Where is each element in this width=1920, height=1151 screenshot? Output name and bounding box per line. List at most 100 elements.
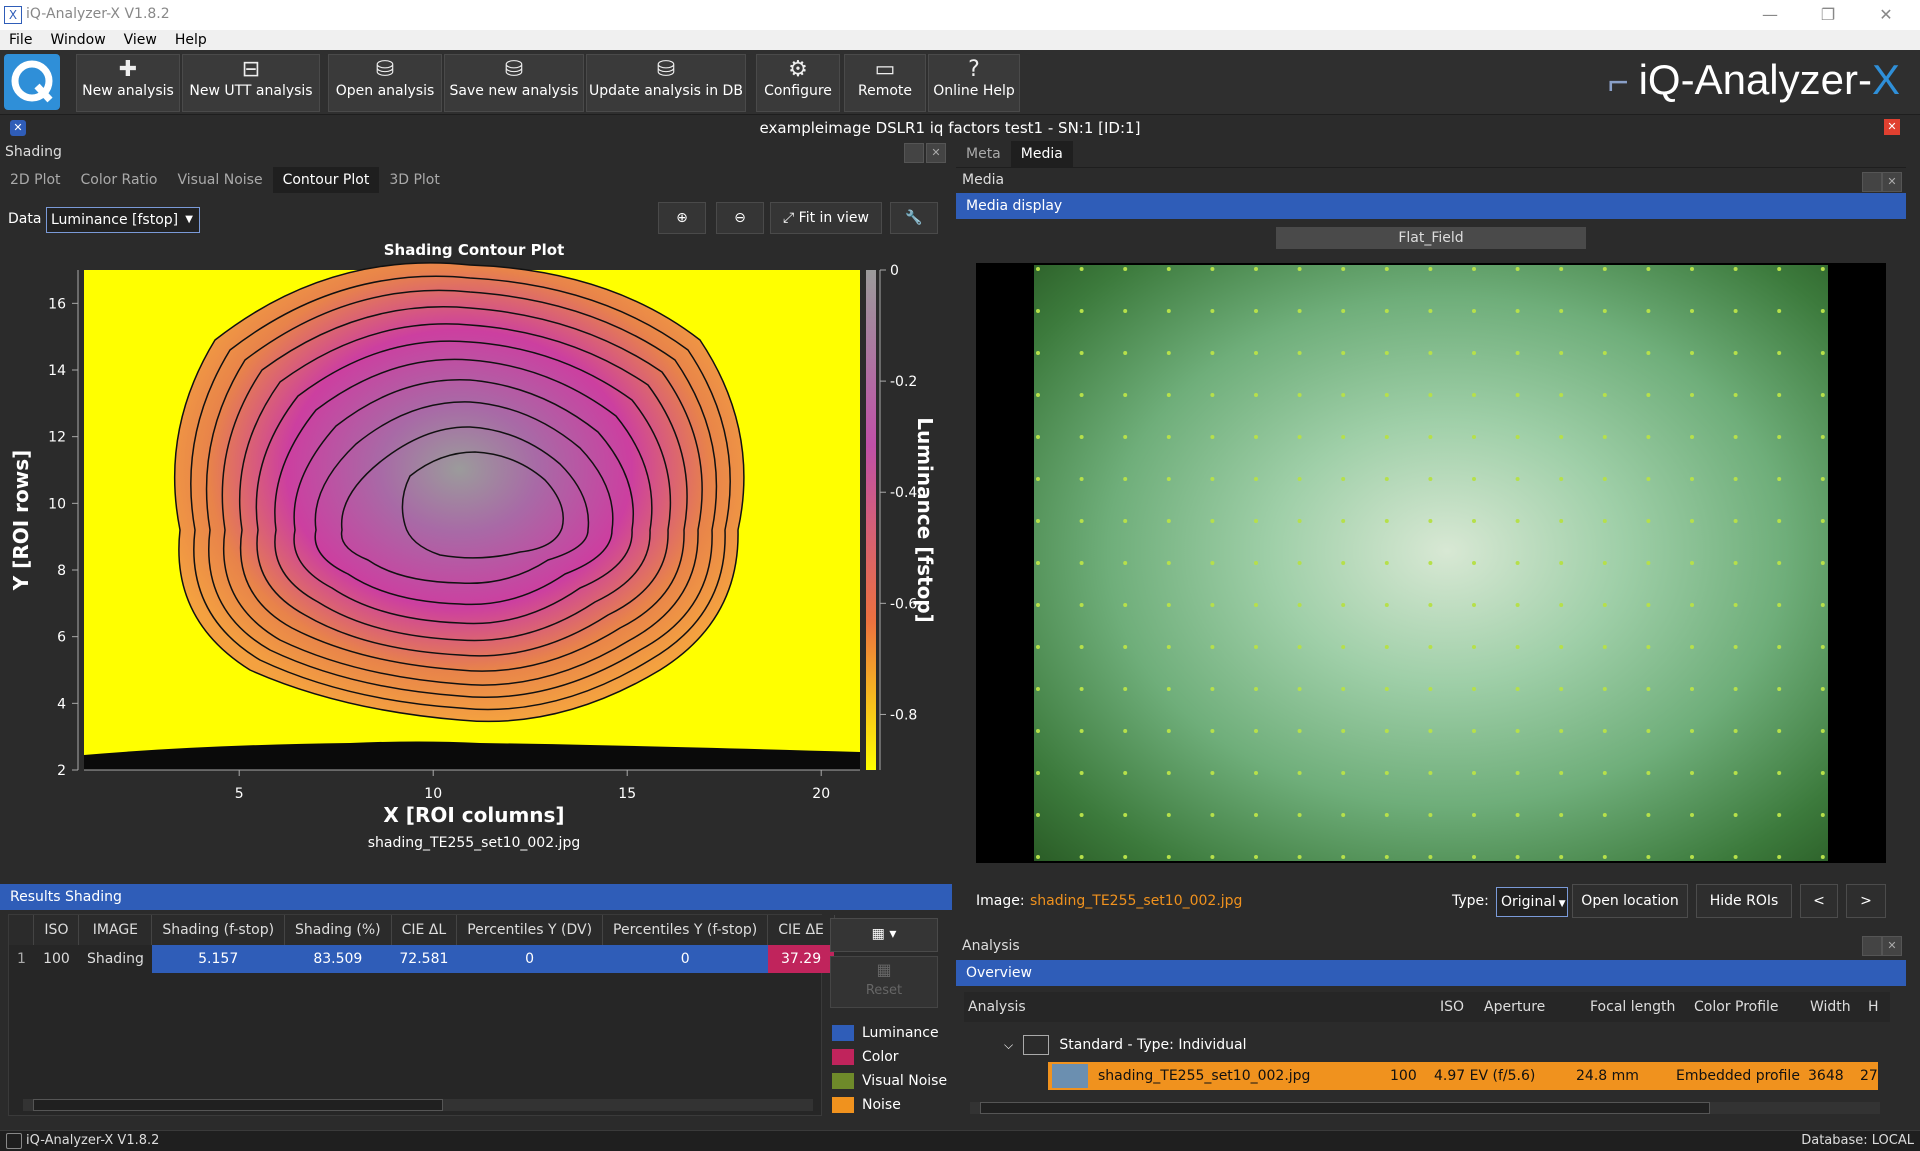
tab-meta[interactable]: Meta bbox=[956, 141, 1011, 167]
roi-marker bbox=[1123, 351, 1128, 355]
remote-button[interactable]: ▭ Remote bbox=[844, 54, 926, 112]
roi-marker bbox=[1777, 729, 1782, 733]
columns-dropdown-button[interactable]: ▦ ▾ bbox=[830, 918, 938, 952]
open-analysis-button[interactable]: ⛁ Open analysis bbox=[328, 54, 442, 112]
online-help-button[interactable]: ? Online Help bbox=[928, 54, 1020, 112]
analysis-row-selected[interactable]: shading_TE255_set10_002.jpg 100 4.97 EV … bbox=[1048, 1062, 1878, 1090]
col-analysis[interactable]: Analysis bbox=[968, 992, 1026, 1022]
tab-3d-plot[interactable]: 3D Plot bbox=[379, 167, 450, 193]
roi-marker bbox=[1210, 813, 1215, 817]
image-viewer[interactable] bbox=[976, 263, 1886, 863]
roi-marker bbox=[1036, 309, 1040, 313]
roi-marker bbox=[1341, 771, 1346, 775]
roi-marker bbox=[1384, 687, 1389, 691]
roi-marker bbox=[1297, 813, 1302, 817]
close-panel-icon[interactable]: ✕ bbox=[926, 143, 946, 163]
float-panel-icon[interactable] bbox=[1862, 172, 1882, 192]
col-cie-de[interactable]: CIE ΔE bbox=[767, 915, 835, 945]
cell-shading-pct[interactable]: 83.509 bbox=[284, 945, 392, 973]
open-location-button[interactable]: Open location bbox=[1572, 884, 1688, 918]
cell-iso[interactable]: 100 bbox=[34, 945, 79, 973]
col-width[interactable]: Width bbox=[1810, 992, 1851, 1022]
analysis-row-aperture: 4.97 EV (f/5.6) bbox=[1434, 1068, 1536, 1084]
float-panel-icon[interactable] bbox=[904, 143, 924, 163]
roi-marker bbox=[1472, 729, 1476, 733]
configure-button[interactable]: ⚙ Configure bbox=[756, 54, 840, 112]
col-cie-dl[interactable]: CIE ΔL bbox=[391, 915, 458, 945]
hide-rois-button[interactable]: Hide ROIs bbox=[1696, 884, 1792, 918]
table-row[interactable]: 1 100 Shading 5.157 83.509 72.581 0 0 37… bbox=[9, 945, 835, 973]
roi-marker bbox=[1472, 309, 1476, 313]
tab-contour-plot[interactable]: Contour Plot bbox=[272, 167, 380, 193]
col-shading-fstop[interactable]: Shading (f-stop) bbox=[151, 915, 286, 945]
roi-marker bbox=[1690, 813, 1694, 817]
cell-shading-fstop[interactable]: 5.157 bbox=[151, 945, 285, 973]
cell-cie-de[interactable]: 37.29 bbox=[767, 945, 835, 973]
col-iso[interactable]: ISO bbox=[1440, 992, 1464, 1022]
close-button[interactable]: ✕ bbox=[1866, 2, 1906, 28]
restore-button[interactable]: ❐ bbox=[1808, 2, 1848, 28]
prev-image-button[interactable]: < bbox=[1800, 884, 1838, 918]
roi-marker bbox=[1602, 393, 1607, 397]
close-panel-icon[interactable]: ✕ bbox=[1882, 172, 1902, 192]
horizontal-scrollbar[interactable] bbox=[23, 1099, 813, 1111]
col-h[interactable]: H bbox=[1868, 992, 1879, 1022]
menu-help[interactable]: Help bbox=[166, 30, 216, 50]
roi-marker bbox=[1602, 351, 1607, 355]
roi-marker bbox=[1254, 519, 1258, 523]
roi-marker bbox=[1733, 687, 1738, 691]
roi-marker bbox=[1123, 729, 1128, 733]
tab-color-ratio[interactable]: Color Ratio bbox=[71, 167, 168, 193]
col-percentiles-dv[interactable]: Percentiles Y (DV) bbox=[456, 915, 604, 945]
close-panel-icon[interactable]: ✕ bbox=[1882, 936, 1902, 956]
menu-window[interactable]: Window bbox=[41, 30, 114, 50]
menu-view[interactable]: View bbox=[115, 30, 166, 50]
cell-cie-dl[interactable]: 72.581 bbox=[391, 945, 457, 973]
x-tick-label: 5 bbox=[235, 786, 244, 802]
roi-marker bbox=[1079, 687, 1084, 691]
roi-marker bbox=[1079, 519, 1084, 523]
roi-marker bbox=[1297, 729, 1302, 733]
next-image-button[interactable]: > bbox=[1846, 884, 1886, 918]
roi-marker bbox=[1602, 645, 1607, 649]
new-utt-analysis-button[interactable]: ⊟ New UTT analysis bbox=[182, 54, 320, 112]
float-panel-icon[interactable] bbox=[1862, 936, 1882, 956]
close-all-icon[interactable]: ✕ bbox=[1884, 119, 1900, 135]
tab-media[interactable]: Media bbox=[1010, 141, 1073, 167]
col-focal-length[interactable]: Focal length bbox=[1590, 992, 1675, 1022]
save-db-icon: ⛁ bbox=[504, 57, 524, 82]
col-percentiles-fstop[interactable]: Percentiles Y (f-stop) bbox=[602, 915, 769, 945]
col-iso[interactable]: ISO bbox=[33, 915, 80, 945]
roi-marker bbox=[1341, 393, 1346, 397]
reset-button[interactable]: ▦ Reset bbox=[830, 956, 938, 1008]
collapse-chevron-icon[interactable]: ⌵ bbox=[1004, 1038, 1017, 1052]
analysis-row-focal: 24.8 mm bbox=[1576, 1068, 1639, 1084]
roi-marker bbox=[1079, 393, 1084, 397]
cell-image[interactable]: Shading bbox=[79, 945, 152, 973]
col-shading-pct[interactable]: Shading (%) bbox=[284, 915, 392, 945]
tab-visual-noise[interactable]: Visual Noise bbox=[167, 167, 272, 193]
save-new-analysis-button[interactable]: ⛁ Save new analysis bbox=[444, 54, 584, 112]
analysis-horizontal-scrollbar[interactable] bbox=[970, 1102, 1880, 1114]
minimize-button[interactable]: — bbox=[1750, 2, 1790, 28]
roi-marker bbox=[1559, 309, 1564, 313]
update-analysis-button[interactable]: ⛁ Update analysis in DB bbox=[586, 54, 746, 112]
roi-marker bbox=[1341, 477, 1346, 481]
tab-2d-plot[interactable]: 2D Plot bbox=[0, 167, 71, 193]
roi-marker bbox=[1646, 729, 1651, 733]
cell-percentiles-dv[interactable]: 0 bbox=[456, 945, 603, 973]
roi-marker bbox=[1690, 603, 1694, 607]
roi-marker bbox=[1559, 855, 1564, 859]
roi-marker bbox=[1428, 393, 1433, 397]
cell-percentiles-fstop[interactable]: 0 bbox=[602, 945, 768, 973]
analysis-group-row[interactable]: ⌵ Standard - Type: Individual bbox=[1004, 1032, 1604, 1058]
col-color-profile[interactable]: Color Profile bbox=[1694, 992, 1779, 1022]
type-select[interactable]: Original ▼ bbox=[1496, 887, 1568, 917]
new-analysis-button[interactable]: ✚ New analysis bbox=[76, 54, 180, 112]
col-image[interactable]: IMAGE bbox=[78, 915, 153, 945]
menu-file[interactable]: File bbox=[0, 30, 41, 50]
roi-marker bbox=[1297, 561, 1302, 565]
col-aperture[interactable]: Aperture bbox=[1484, 992, 1545, 1022]
roi-marker bbox=[1297, 435, 1302, 439]
image-name-tab[interactable]: Flat_Field bbox=[1276, 227, 1586, 249]
